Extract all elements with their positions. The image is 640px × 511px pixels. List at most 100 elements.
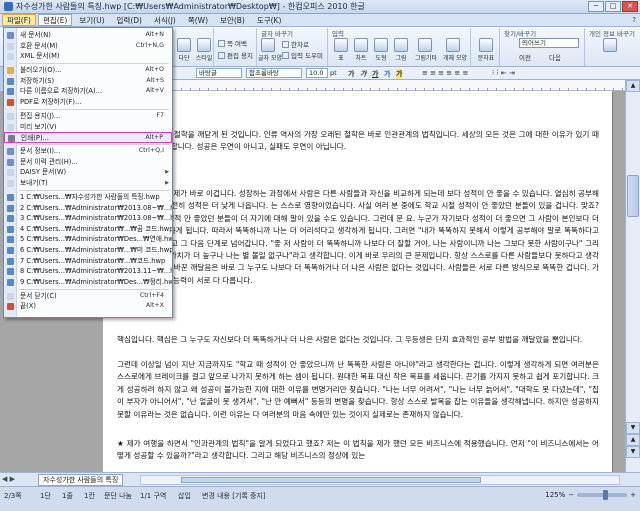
menu-item-icon <box>7 113 14 120</box>
vertical-scrollbar[interactable]: ▲ ▼ ▲ ▼ <box>625 80 640 472</box>
picture-etc-button[interactable]: 그림기타 <box>415 38 437 62</box>
privacy-button[interactable] <box>600 38 620 52</box>
close-button[interactable]: ✕ <box>622 1 638 12</box>
object-shape-button[interactable]: 개체 모양 <box>443 38 467 62</box>
table-button[interactable]: 표 <box>331 38 351 62</box>
style-button[interactable]: 스타일 <box>194 38 214 62</box>
menu-tools[interactable]: 도구(K) <box>252 14 287 26</box>
horizontal-scroll-thumb[interactable] <box>181 477 481 483</box>
menu-item-icon <box>7 225 14 233</box>
font-select[interactable]: 함초롬바탕 <box>246 68 302 78</box>
paragraph-4: 그런데 이상일 넘이 지난 지금까지도 "학교 때 성적이 안 좋았으니까 난 … <box>117 360 599 419</box>
file-menu-item[interactable]: 저장하기(S) Alt+S <box>4 76 172 87</box>
status-insert-mode[interactable]: 삽입 <box>178 491 191 501</box>
file-menu-item[interactable]: PDF로 저장하기(F)... <box>4 97 172 108</box>
chart-button[interactable]: 차트 <box>351 38 371 62</box>
find-prev-button[interactable]: 이전 <box>519 52 531 62</box>
file-menu-item[interactable]: 보내기(T) ▶ <box>4 178 172 189</box>
file-menu-item[interactable]: 문서 정보(I)... Ctrl+Q,I <box>4 146 172 157</box>
menu-item-icon <box>7 292 14 300</box>
align-buttons[interactable]: ≡ ≡ ≡ ≡ ≡ ≡ <box>422 69 468 77</box>
file-menu-item[interactable]: 9 C:₩Users...₩Administrator₩Des...₩정리.hw… <box>4 277 172 288</box>
menu-item-icon <box>7 204 14 212</box>
style-select[interactable]: 바탕글 <box>196 68 242 78</box>
file-menu-item[interactable]: 호환 문서(M) Ctrl+N,G <box>4 41 172 52</box>
document-tab[interactable]: 자수성가한 사람들의 특징 <box>38 474 124 486</box>
highlight-button[interactable]: 가 <box>396 69 403 79</box>
menu-security[interactable]: 보안(B) <box>215 14 250 26</box>
file-menu-item[interactable]: 문서 닫기(C) Ctrl+F4 <box>4 291 172 302</box>
horizontal-ruler[interactable] <box>172 80 625 91</box>
bold-button[interactable]: 가 <box>348 69 354 79</box>
columns-button[interactable]: 다단 <box>174 38 194 62</box>
file-menu-item[interactable]: 편집 용지(J)... F7 <box>4 111 172 122</box>
font-size-unit: pt <box>330 69 337 77</box>
file-menu-item[interactable]: 다른 이름으로 저장하기(A)... Alt+V <box>4 86 172 97</box>
file-menu-item[interactable]: 문서 이력 관리(H)... <box>4 157 172 168</box>
menu-item-label: PDF로 저장하기(F)... <box>20 98 82 106</box>
menu-format[interactable]: 서식(J) <box>149 14 181 26</box>
font-size-input[interactable]: 10.0 <box>306 68 328 78</box>
file-menu-item[interactable]: 4 C:₩Users...₩Administrator₩...₩곰 코드.hwp <box>4 224 172 235</box>
help-icon[interactable]: ? <box>632 16 636 24</box>
list-buttons[interactable]: ⁝ ⁝ ⇤ ⇥ <box>492 69 515 77</box>
symbol-button[interactable]: 문자표 <box>476 38 496 62</box>
document-page[interactable]: 를 해보면 오래된 철학을 깨닫게 된 것입니다. 인류 역사의 가장 오래된 … <box>103 91 612 472</box>
zoom-control[interactable]: 125% − + <box>545 490 636 500</box>
horizontal-scrollbar[interactable] <box>140 475 620 485</box>
menu-insert[interactable]: 입력(D) <box>112 14 147 26</box>
tab-nav-arrows[interactable]: ◀ ▶ <box>2 475 15 483</box>
file-menu-item[interactable]: 미리 보기(V) <box>4 122 172 133</box>
menu-view[interactable]: 보기(U) <box>74 14 109 26</box>
italic-button[interactable]: 가 <box>360 69 366 79</box>
menu-item-label: 끝(X) <box>20 302 36 311</box>
zoom-slider[interactable] <box>577 490 628 500</box>
scroll-up-arrow[interactable]: ▲ <box>626 80 640 92</box>
page-down-arrow[interactable]: ▼ <box>626 446 640 458</box>
menu-page[interactable]: 쪽(W) <box>183 14 213 26</box>
scroll-thumb[interactable] <box>627 175 639 217</box>
char-shape-button[interactable]: 글자 모양 <box>258 38 282 62</box>
file-menu-item[interactable]: 새 문서(N) Alt+N <box>4 30 172 41</box>
menu-edit[interactable]: 편집(E) <box>37 14 73 26</box>
file-menu-item[interactable]: DAISY 문서(W) ▶ <box>4 167 172 178</box>
input-helper-item[interactable]: 입력 도우미 <box>282 50 323 60</box>
status-column: 1단 <box>40 492 51 500</box>
status-para: 문단 나눔 <box>104 492 132 500</box>
file-menu-item[interactable]: 7 C:₩Users...₩Administrator₩...₩코드.hwp <box>4 256 172 267</box>
page-margin-item[interactable]: 쪽 여백 <box>218 38 247 48</box>
hanja-item[interactable]: 한자로 <box>282 39 309 49</box>
file-menu-item[interactable]: 불러오기(O)... Alt+O <box>4 65 172 76</box>
find-next-button[interactable]: 다음 <box>549 52 561 62</box>
file-menu-item[interactable]: 3 C:₩Users...₩Administrator₩2013.08~₩...… <box>4 213 172 224</box>
menu-bar: 파일(F) 편집(E) 보기(U) 입력(D) 서식(J) 쪽(W) 보안(B)… <box>0 14 640 27</box>
find-input[interactable]: 띄어쓰기 <box>519 38 579 48</box>
minimize-button[interactable]: ─ <box>588 1 604 12</box>
zoom-slider-knob[interactable] <box>603 490 609 500</box>
file-menu-item[interactable]: 인쇄(P)... Alt+P <box>4 132 172 143</box>
status-track-changes[interactable]: 변경 내용 [기록 중지] <box>202 491 266 501</box>
zoom-out-icon[interactable]: − <box>568 491 574 499</box>
maximize-button[interactable]: □ <box>605 1 621 12</box>
file-menu-item[interactable]: 2 C:₩Users...₩Administrator₩2013.08~₩...… <box>4 203 172 214</box>
paper-setup-item[interactable]: 편집 용지 <box>218 50 253 60</box>
format-toolbar: 바탕글 함초롬바탕 10.0 pt 가 가 가 가 가 ≡ ≡ ≡ ≡ ≡ ≡ … <box>172 67 640 80</box>
ribbon-group-insert: 입력 표 차트 도형 그림 그림기타 개체 모양 <box>329 28 471 66</box>
picture-button[interactable]: 그림 <box>391 38 411 62</box>
file-menu-item[interactable]: 1 C:₩Users...₩자수성가한 사람들의 특징.hwp <box>4 192 172 203</box>
zoom-level[interactable]: 125% <box>545 491 565 499</box>
menu-item-label: 5 C:₩Users...₩Administrator₩Des...₩연애.hw… <box>20 235 173 244</box>
page-up-arrow[interactable]: ▲ <box>626 434 640 446</box>
scroll-down-arrow[interactable]: ▼ <box>626 422 640 434</box>
zoom-in-icon[interactable]: + <box>630 491 636 499</box>
file-menu-item[interactable]: 6 C:₩Users...₩Administrator₩...₩미 코드.hwp <box>4 245 172 256</box>
file-menu-item[interactable]: 8 C:₩Users...₩Administrator₩2013.11~₩...… <box>4 266 172 277</box>
underline-button[interactable]: 가 <box>372 69 378 79</box>
file-menu-item[interactable]: 끝(X) Alt+X <box>4 301 172 312</box>
file-menu-item[interactable]: XML 문서(M) <box>4 51 172 62</box>
menu-file[interactable]: 파일(F) <box>2 14 36 26</box>
text-color-button[interactable]: 가 <box>384 69 390 79</box>
menu-item-label: 7 C:₩Users...₩Administrator₩...₩코드.hwp <box>20 256 166 265</box>
shape-button[interactable]: 도형 <box>371 38 391 62</box>
file-menu-item[interactable]: 5 C:₩Users...₩Administrator₩Des...₩연애.hw… <box>4 234 172 245</box>
